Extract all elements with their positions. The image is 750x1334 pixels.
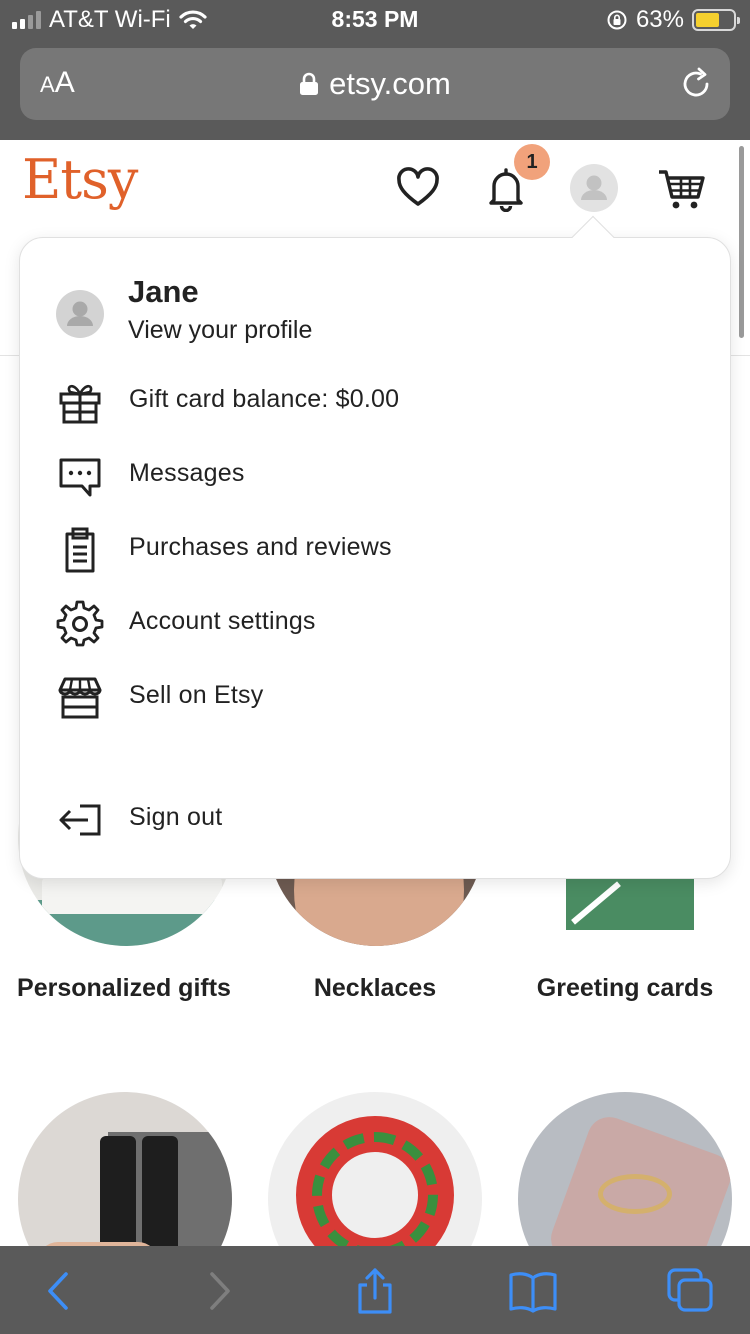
forward-icon: [210, 1272, 230, 1310]
menu-item-account-settings[interactable]: Account settings: [56, 594, 696, 654]
orientation-lock-icon: [607, 10, 627, 30]
view-profile-link[interactable]: View your profile: [128, 316, 312, 345]
page-scrollbar[interactable]: [739, 146, 744, 338]
user-icon: [581, 175, 607, 200]
reload-icon[interactable]: [678, 66, 714, 102]
user-name: Jane: [128, 274, 199, 309]
etsy-logo[interactable]: Etsy: [22, 148, 138, 211]
shop-icon: [58, 677, 102, 719]
menu-avatar: [56, 290, 104, 338]
gift-icon: [59, 384, 101, 424]
profile-link[interactable]: Jane View your profile: [56, 272, 656, 352]
menu-item-label: Account settings: [129, 607, 316, 635]
url-display[interactable]: etsy.com: [20, 66, 730, 102]
sign-out-icon: [59, 804, 101, 836]
tabs-icon[interactable]: [666, 1268, 716, 1314]
category-label-necklaces[interactable]: Necklaces: [255, 970, 495, 1006]
category-label-greeting-cards[interactable]: Greeting cards: [505, 970, 745, 1006]
cart-icon[interactable]: [656, 164, 706, 212]
menu-item-messages[interactable]: Messages: [56, 446, 696, 506]
avatar[interactable]: [570, 164, 618, 212]
menu-item-label: Purchases and reviews: [129, 533, 392, 561]
message-icon: [59, 458, 101, 497]
menu-item-label: Sell on Etsy: [129, 681, 264, 709]
battery-percent: 63%: [635, 6, 684, 33]
category-label-personalized-gifts[interactable]: Personalized gifts: [4, 970, 244, 1006]
address-bar[interactable]: AA etsy.com: [20, 48, 730, 120]
menu-item-sell-on-etsy[interactable]: Sell on Etsy: [56, 668, 696, 728]
menu-item-purchases[interactable]: Purchases and reviews: [56, 520, 696, 580]
status-bar: AT&T Wi-Fi 8:53 PM 63%: [0, 0, 750, 40]
menu-item-label: Messages: [129, 459, 245, 487]
clipboard-icon: [65, 527, 95, 573]
url-text: etsy.com: [329, 66, 451, 101]
heart-icon[interactable]: [394, 164, 442, 212]
menu-item-label: Sign out: [129, 803, 223, 831]
browser-toolbar: [0, 1246, 750, 1334]
battery-fill: [696, 13, 719, 27]
menu-item-gift-card[interactable]: Gift card balance: $0.00: [56, 372, 696, 432]
notification-badge: 1: [514, 144, 550, 180]
browser-chrome-top: AT&T Wi-Fi 8:53 PM 63% AA etsy.com: [0, 0, 750, 140]
menu-item-label: Gift card balance: $0.00: [129, 385, 400, 413]
site-header: Etsy 1: [0, 140, 750, 236]
bookmarks-icon[interactable]: [508, 1268, 558, 1314]
lock-icon: [300, 72, 319, 95]
back-icon[interactable]: [36, 1268, 82, 1314]
account-menu: Jane View your profile Gift card balance…: [19, 237, 731, 879]
status-right: 63%: [606, 6, 740, 34]
share-icon[interactable]: [352, 1268, 398, 1314]
user-icon: [67, 301, 93, 326]
battery-icon: [692, 9, 740, 31]
gear-icon: [56, 600, 104, 647]
menu-item-sign-out[interactable]: Sign out: [56, 790, 696, 850]
